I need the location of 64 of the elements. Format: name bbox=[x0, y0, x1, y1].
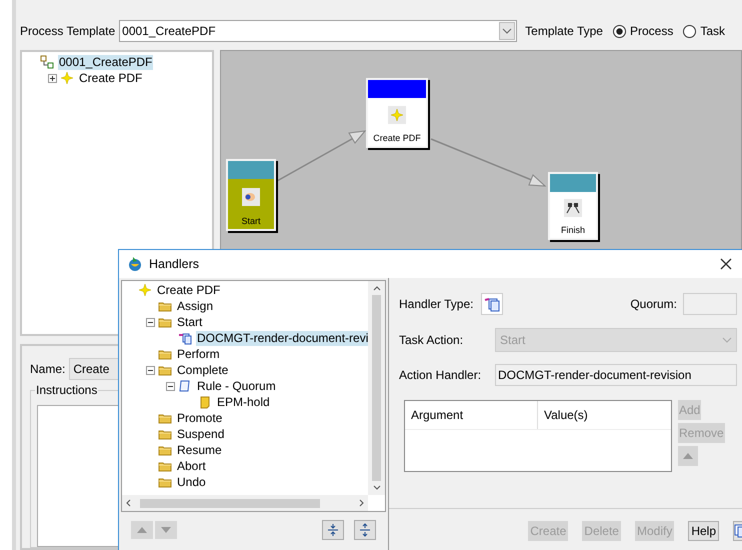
tree-item[interactable]: 0001_CreatePDF bbox=[58, 54, 154, 70]
expand-toggle-icon[interactable] bbox=[48, 74, 57, 82]
field-label: Process Template bbox=[20, 23, 116, 40]
radio-on-icon bbox=[612, 24, 626, 38]
tree-item[interactable]: EPM-hold bbox=[216, 394, 271, 410]
vertical-scrollbar[interactable] bbox=[368, 281, 385, 495]
field-label: Task Action: bbox=[399, 332, 464, 349]
collapse-toggle-icon[interactable] bbox=[166, 382, 175, 390]
tree-item[interactable]: Suspend bbox=[176, 426, 226, 442]
tree-item[interactable]: Resume bbox=[176, 442, 223, 458]
tree-item[interactable]: DOCMGT-render-document-revi bbox=[196, 330, 368, 346]
dialog-title: Handlers bbox=[149, 256, 200, 273]
radio-option[interactable]: Task bbox=[683, 22, 726, 40]
tree-item[interactable]: Rule - Quorum bbox=[196, 378, 277, 394]
triangle-up-icon bbox=[683, 453, 693, 459]
field-label: Handler Type: bbox=[399, 296, 474, 313]
flags-icon bbox=[564, 199, 582, 217]
quorum-field[interactable] bbox=[683, 293, 737, 315]
chevron-down-icon bbox=[722, 337, 732, 343]
collapse-toggle-icon[interactable] bbox=[146, 366, 155, 374]
star-burst-icon bbox=[60, 71, 74, 85]
expand-all-button[interactable] bbox=[354, 520, 376, 540]
node-label: Create PDF bbox=[372, 132, 422, 145]
workflow-node[interactable]: Finish bbox=[548, 172, 598, 240]
field-label: Name: bbox=[30, 361, 66, 378]
tree-item[interactable]: Start bbox=[176, 314, 204, 330]
collapse-all-button[interactable] bbox=[322, 520, 344, 540]
process-template-dropdown[interactable]: 0001_CreatePDF bbox=[119, 20, 518, 42]
column-header[interactable]: Argument bbox=[405, 401, 538, 429]
star-burst-icon bbox=[138, 283, 152, 297]
horizontal-scrollbar[interactable] bbox=[122, 495, 368, 511]
workflow-node[interactable]: Start bbox=[226, 159, 276, 231]
collapse-toggle-icon[interactable] bbox=[146, 318, 155, 326]
tree-item[interactable]: Assign bbox=[176, 298, 214, 314]
field-label: Quorum: bbox=[630, 296, 677, 313]
field-label: Action Handler: bbox=[399, 367, 482, 384]
group-label: Instructions bbox=[35, 383, 98, 397]
handler-stack-icon bbox=[481, 293, 503, 315]
triangle-up-icon bbox=[137, 527, 147, 533]
note-icon bbox=[198, 395, 212, 409]
node-label: Start bbox=[240, 215, 262, 228]
workflow-node[interactable]: Create PDF bbox=[366, 78, 428, 148]
process-diagram-icon bbox=[40, 55, 54, 69]
chevron-down-icon bbox=[499, 22, 516, 40]
node-label: Finish bbox=[560, 224, 586, 237]
close-icon[interactable] bbox=[719, 257, 733, 271]
handler-stack-icon bbox=[178, 331, 192, 345]
tree-item[interactable]: Abort bbox=[176, 458, 207, 474]
column-header[interactable]: Value(s) bbox=[538, 401, 671, 429]
field-label: Template Type bbox=[525, 23, 603, 40]
tree-item[interactable]: Promote bbox=[176, 410, 224, 426]
action-handler-field[interactable]: DOCMGT-render-document-revision bbox=[495, 364, 737, 386]
tree-item[interactable]: Create PDF bbox=[78, 70, 144, 86]
radio-option[interactable]: Process bbox=[612, 22, 674, 40]
tree-item[interactable]: Complete bbox=[176, 362, 230, 378]
triangle-down-icon bbox=[161, 527, 171, 533]
tree-item[interactable]: Perform bbox=[176, 346, 221, 362]
collapse-arrows-icon bbox=[327, 523, 339, 537]
tree-item[interactable]: Undo bbox=[176, 474, 207, 490]
action-button[interactable]: Help bbox=[688, 521, 719, 541]
tree-item[interactable]: Create PDF bbox=[156, 282, 222, 298]
radio-off-icon bbox=[683, 24, 696, 38]
expand-arrows-icon bbox=[359, 523, 371, 537]
star-burst-icon bbox=[388, 106, 406, 124]
